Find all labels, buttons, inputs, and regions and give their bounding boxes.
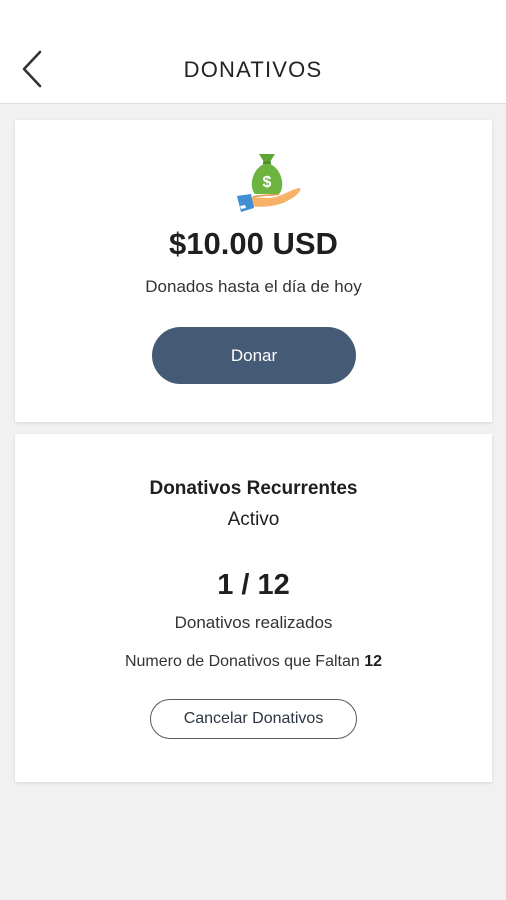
app-screen: DONATIVOS $ $10.00 USD Donados hasta el … bbox=[0, 0, 506, 900]
money-bag-hand-icon: $ bbox=[237, 154, 301, 212]
donated-amount: $10.00 USD bbox=[169, 226, 338, 261]
page-title: DONATIVOS bbox=[183, 57, 323, 82]
remaining-donations-label: Numero de Donativos que Faltan bbox=[124, 653, 365, 670]
remaining-donations-value: 12 bbox=[364, 653, 383, 670]
donations-count: 1 / 12 bbox=[217, 569, 290, 601]
svg-text:$: $ bbox=[263, 174, 272, 191]
cancel-donations-button[interactable]: Cancelar Donativos bbox=[150, 699, 357, 739]
donations-count-caption: Donativos realizados bbox=[174, 613, 333, 631]
donation-summary-card: $ $10.00 USD Donados hasta el día de hoy… bbox=[15, 120, 492, 422]
top-bar: DONATIVOS bbox=[0, 0, 506, 104]
recurring-donations-card: Donativos Recurrentes Activo 1 / 12 Dona… bbox=[15, 434, 492, 782]
recurring-status: Activo bbox=[227, 509, 280, 530]
remaining-donations: Numero de Donativos que Faltan 12 bbox=[15, 653, 492, 671]
recurring-title: Donativos Recurrentes bbox=[149, 478, 358, 499]
donated-amount-caption: Donados hasta el día de hoy bbox=[145, 277, 362, 296]
donate-button[interactable]: Donar bbox=[152, 327, 356, 384]
